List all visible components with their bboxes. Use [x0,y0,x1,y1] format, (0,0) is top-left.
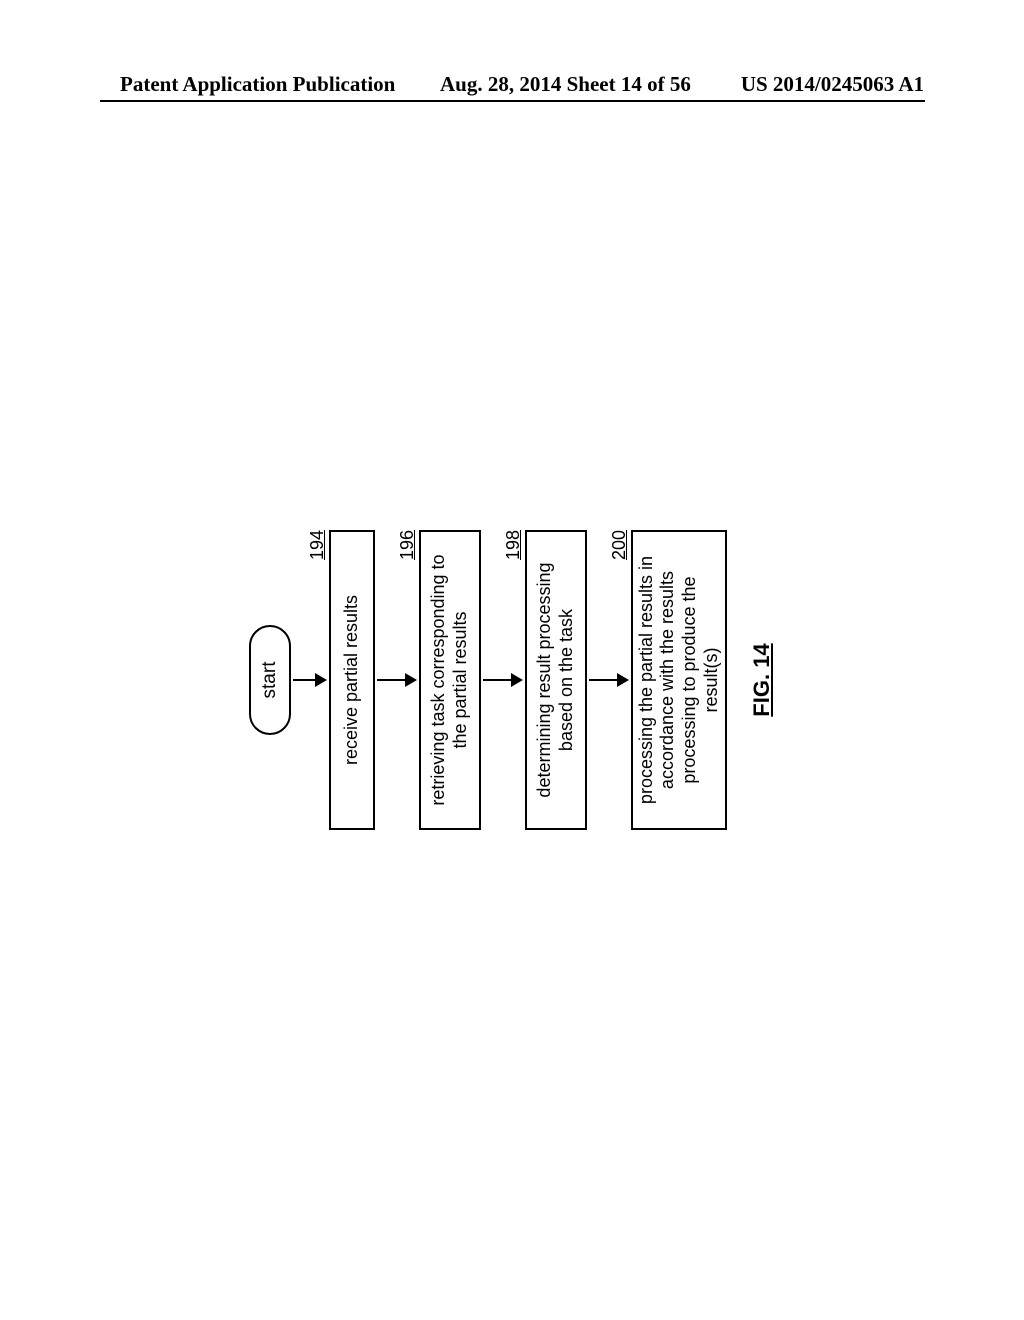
flow-step-number: 196 [397,530,418,560]
flow-step-text: processing the partial results in accord… [636,542,722,818]
flow-step-box: retrieving task corresponding to the par… [419,530,481,830]
flow-arrow [291,530,329,830]
flowchart: start 194 receive partial results 196 re… [249,510,775,850]
figure-caption: FIG. 14 [749,643,775,716]
flow-arrow [481,530,525,830]
flow-start: start [249,625,291,735]
header-right: US 2014/0245063 A1 [741,72,924,97]
flow-step-text: receive partial results [341,595,363,765]
flow-step: 196 retrieving task corresponding to the… [419,530,481,830]
header-rule [100,100,925,102]
flow-step-box: receive partial results [329,530,375,830]
flow-step: 194 receive partial results [329,530,375,830]
header-left: Patent Application Publication [120,72,395,97]
patent-page: Patent Application Publication Aug. 28, … [0,0,1024,1320]
flow-step-box: determining result processing based on t… [525,530,587,830]
flow-step-text: determining result processing based on t… [534,542,577,818]
flow-step-box: processing the partial results in accord… [631,530,727,830]
flow-step-text: retrieving task corresponding to the par… [428,542,471,818]
flow-step-number: 200 [609,530,630,560]
flow-step-number: 198 [503,530,524,560]
flow-arrow [375,530,419,830]
flow-step: 200 processing the partial results in ac… [631,530,727,830]
flow-start-label: start [259,662,281,699]
flow-step-number: 194 [307,530,328,560]
figure-rotated-container: start 194 receive partial results 196 re… [249,510,775,850]
flow-arrow [587,530,631,830]
header-center: Aug. 28, 2014 Sheet 14 of 56 [440,72,691,97]
flow-step: 198 determining result processing based … [525,530,587,830]
